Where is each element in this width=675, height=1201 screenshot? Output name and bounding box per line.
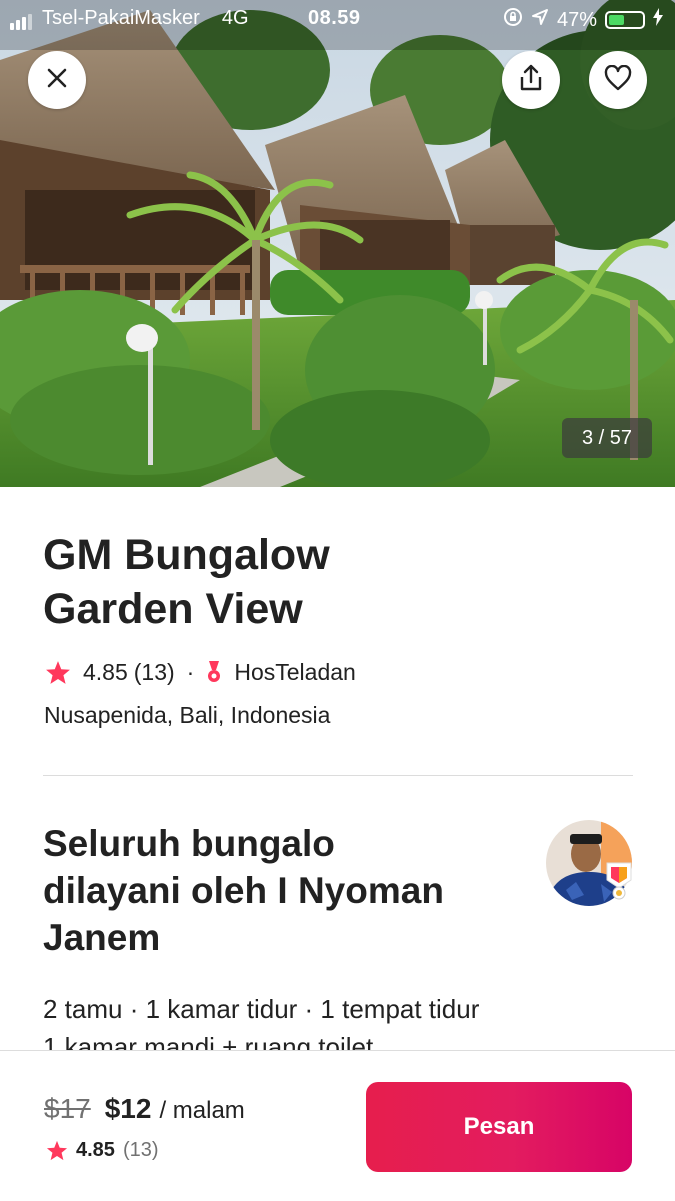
booking-bar: $17 $12 / malam 4.85 (13) Pesan — [0, 1050, 675, 1201]
close-button[interactable] — [28, 51, 86, 109]
charging-icon — [653, 8, 663, 32]
title-line-1: GM Bungalow — [43, 531, 330, 579]
rating-value: 4.85 — [83, 659, 128, 685]
orientation-lock-icon — [503, 7, 523, 33]
host-heading-line-3: Janem — [43, 917, 161, 958]
heart-icon — [604, 64, 632, 96]
status-bar: Tsel-PakaiMasker 4G 08.59 47% — [0, 0, 675, 38]
hero-photo[interactable]: Tsel-PakaiMasker 4G 08.59 47% 3 / 57 — [0, 0, 675, 487]
host-heading-line-2: dilayani oleh I Nyoman — [43, 870, 444, 911]
superhost-avatar-badge — [606, 862, 632, 905]
review-count[interactable]: (13) — [134, 659, 175, 686]
listing-location[interactable]: Nusapenida, Bali, Indonesia — [44, 702, 330, 729]
original-price: $17 — [44, 1093, 91, 1124]
battery-icon — [605, 11, 645, 29]
bottom-review-count: (13) — [122, 1139, 159, 1161]
share-button[interactable] — [502, 51, 560, 109]
section-divider — [43, 775, 633, 776]
superhost-icon — [206, 660, 222, 685]
listing-title: GM Bungalow Garden View — [43, 528, 603, 636]
bungalow-garden-image — [0, 0, 675, 487]
superhost-label: HosTeladan — [234, 659, 356, 685]
separator: · — [186, 659, 195, 685]
carrier-name: Tsel-PakaiMasker — [42, 7, 200, 29]
location-icon — [531, 8, 549, 32]
signal-icon — [10, 7, 34, 30]
star-icon — [45, 660, 71, 685]
book-button[interactable]: Pesan — [366, 1082, 632, 1172]
clock: 08.59 — [308, 7, 361, 29]
share-icon — [518, 64, 544, 97]
battery-percent: 47% — [556, 8, 597, 31]
title-line-2: Garden View — [43, 585, 303, 633]
discounted-price: $12 — [104, 1093, 152, 1124]
star-icon — [46, 1140, 68, 1161]
photo-counter: 3 / 57 — [562, 418, 652, 458]
price-unit: / malam — [159, 1097, 245, 1124]
host-heading-line-1: Seluruh bungalo — [43, 823, 335, 864]
network-type: 4G — [221, 7, 249, 29]
bottom-rating[interactable]: 4.85 (13) — [46, 1139, 159, 1162]
price-info[interactable]: $17 $12 / malam — [44, 1093, 245, 1125]
rating-summary[interactable]: 4.85 (13) · HosTeladan — [45, 659, 356, 686]
close-icon — [45, 66, 69, 95]
save-favorite-button[interactable] — [589, 51, 647, 109]
details-line-1: 2 tamu · 1 kamar tidur · 1 tempat tidur — [43, 994, 480, 1024]
bottom-rating-value: 4.85 — [76, 1139, 115, 1161]
host-heading: Seluruh bungalo dilayani oleh I Nyoman J… — [43, 820, 493, 961]
